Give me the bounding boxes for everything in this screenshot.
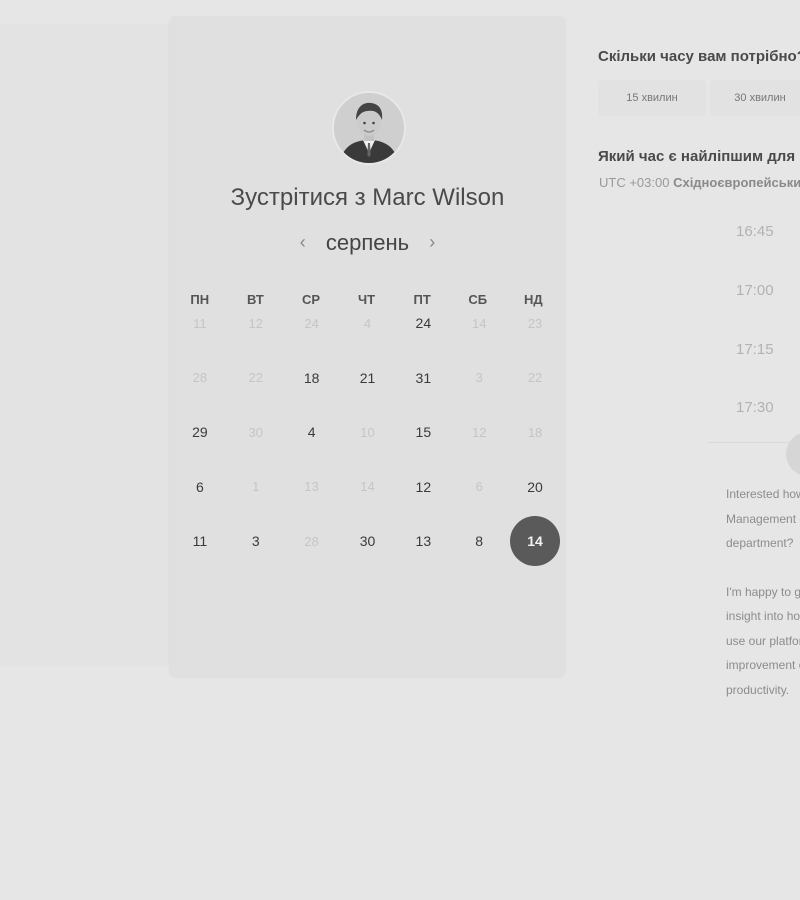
calendar-day: 10 — [360, 424, 375, 440]
description-line: Interested how Time — [726, 487, 800, 501]
meeting-title: Зустрітися з Marc Wilson — [230, 184, 505, 211]
timezone-offset: UTC +03:00 — [599, 175, 670, 190]
description-line: insight into how our clients — [726, 609, 800, 623]
calendar-day: 1 — [252, 479, 260, 495]
timezone-name: Східноєвропейський час — [673, 175, 800, 190]
calendar-day: 23 — [527, 315, 543, 331]
background-panel — [0, 24, 172, 666]
calendar-day[interactable]: 12 — [398, 462, 448, 512]
time-slot[interactable]: 16:45 — [708, 212, 800, 252]
duration-option-15[interactable]: 15 хвилин — [598, 80, 706, 116]
calendar-day: 12 — [471, 424, 487, 440]
calendar-day: 14 — [360, 479, 375, 495]
calendar-day[interactable]: 6 — [175, 462, 225, 512]
calendar-day[interactable]: 31 — [398, 353, 448, 403]
meeting-description: Interested how Time Management could hel… — [726, 482, 800, 702]
calendar-day[interactable]: 18 — [287, 353, 337, 403]
calendar-day: 11 — [193, 315, 207, 331]
description-line: use our platform for the — [726, 633, 800, 648]
calendar-day[interactable]: 4 — [287, 407, 337, 457]
calendar-day: 28 — [192, 370, 208, 386]
description-line: Management could help your — [726, 511, 800, 526]
calendar-day[interactable]: 24 — [398, 298, 448, 348]
time-slot[interactable]: 17:15 — [708, 330, 800, 370]
calendar-day[interactable]: 3 — [231, 516, 281, 566]
calendar-day: 18 — [527, 424, 543, 440]
description-paragraph: I'm happy to give you insight into how o… — [726, 580, 800, 703]
booking-card: Зустрітися з Marc Wilson ‹ серпень › ПН … — [170, 16, 565, 676]
calendar-day: 30 — [248, 424, 264, 440]
person-icon — [334, 93, 404, 163]
month-label: серпень — [325, 230, 410, 255]
calendar-day[interactable]: 30 — [343, 516, 393, 566]
time-slot[interactable]: 17:00 — [708, 271, 800, 311]
calendar-day: 12 — [248, 315, 264, 331]
calendar-day[interactable]: 13 — [398, 516, 448, 566]
calendar-day: 13 — [304, 479, 319, 495]
calendar-day: 24 — [304, 315, 319, 331]
description-paragraph: Interested how Time Management could hel… — [726, 482, 800, 556]
calendar-day: 14 — [471, 315, 487, 331]
scheduler-panel: Скільки часу вам потрібно? 15 хвилин 30 … — [598, 0, 800, 900]
calendar-day-selected[interactable]: 14 — [510, 516, 561, 567]
time-question: Який час є найліпшим для вас? — [598, 148, 800, 165]
description-line: I'm happy to give you — [726, 584, 800, 599]
description-line: department? — [726, 536, 794, 550]
time-slot[interactable]: 17:30 — [708, 388, 800, 428]
month-navigation: ‹ серпень › — [170, 230, 565, 256]
calendar-day[interactable]: 21 — [343, 353, 393, 403]
prev-month-chevron-icon[interactable]: ‹ — [286, 232, 320, 253]
calendar-day: 28 — [304, 533, 319, 549]
host-avatar — [332, 91, 406, 165]
calendar-day[interactable]: 11 — [175, 516, 225, 566]
calendar-day: 4 — [363, 315, 372, 331]
calendar-day: 22 — [527, 370, 543, 386]
calendar-day[interactable]: 20 — [510, 462, 560, 512]
calendar-day: 22 — [248, 370, 264, 386]
calendar-day[interactable]: 15 — [398, 407, 448, 457]
description-line: improvement of — [726, 658, 800, 672]
divider — [708, 442, 800, 443]
timezone-label[interactable]: UTC +03:00 Східноєвропейський час — [599, 175, 800, 190]
calendar-day[interactable]: 8 — [454, 516, 504, 566]
description-line: productivity. — [726, 682, 790, 697]
scroll-down-button[interactable] — [786, 432, 800, 476]
duration-question: Скільки часу вам потрібно? — [598, 48, 800, 65]
calendar-day: 6 — [475, 479, 483, 495]
next-month-chevron-icon[interactable]: › — [415, 232, 449, 253]
duration-option-30[interactable]: 30 хвилин — [710, 80, 800, 116]
calendar-day: 3 — [475, 370, 483, 386]
calendar-day[interactable]: 29 — [175, 407, 225, 457]
